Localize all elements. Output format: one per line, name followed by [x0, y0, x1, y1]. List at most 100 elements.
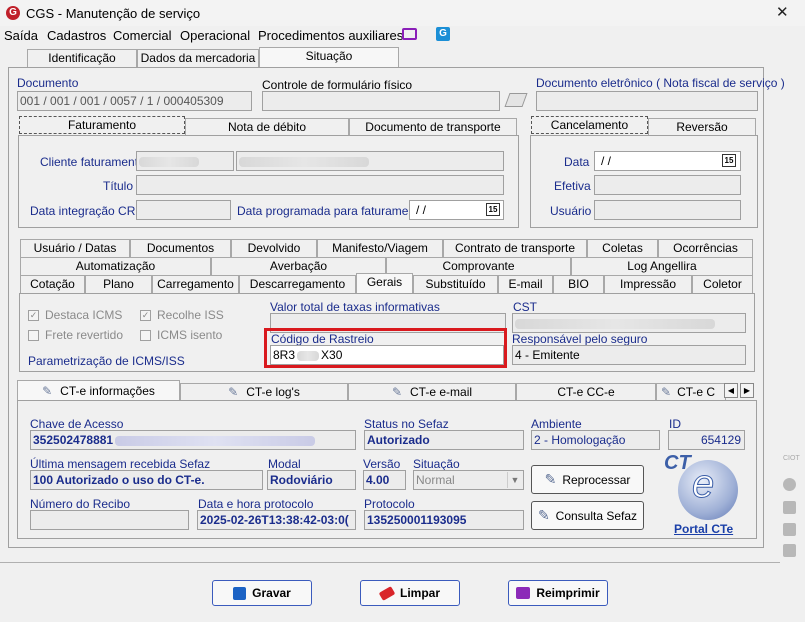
tab-carregamento[interactable]: Carregamento — [152, 275, 239, 293]
protocolo-field[interactable]: 135250001193095 — [364, 510, 524, 530]
data-crc-label: Data integração CRC — [30, 204, 145, 218]
edit-icon[interactable] — [783, 544, 796, 557]
cte-icon: ✎ — [537, 507, 550, 523]
usuario-field[interactable] — [594, 200, 741, 220]
tab-cancelamento[interactable]: Cancelamento — [531, 116, 648, 134]
valor-taxas-label: Valor total de taxas informativas — [270, 300, 440, 314]
calendar-icon[interactable]: 15 — [486, 203, 500, 216]
modal-label: Modal — [268, 457, 301, 471]
reprocessar-button[interactable]: ✎ Reprocessar — [531, 465, 644, 494]
recibo-field[interactable] — [30, 510, 189, 530]
tab-cte-email[interactable]: ✎ CT-e e-mail — [348, 383, 516, 401]
tab-devolvido[interactable]: Devolvido — [231, 239, 317, 257]
gravar-button[interactable]: Gravar — [212, 580, 312, 606]
tab-dados-mercadoria[interactable]: Dados da mercadoria — [137, 49, 259, 67]
tab-bio[interactable]: BIO — [553, 275, 604, 293]
data-crc-field[interactable] — [136, 200, 231, 220]
cte-icon: ✎ — [391, 385, 403, 399]
tab-descarregamento[interactable]: Descarregamento — [239, 275, 356, 293]
tab-automatizacao[interactable]: Automatização — [20, 257, 211, 275]
tab-faturamento[interactable]: Faturamento — [19, 116, 185, 134]
tab-cte-informacoes[interactable]: ✎ CT-e informações — [17, 380, 180, 401]
chave-field[interactable]: 352502478881 — [30, 430, 356, 450]
cst-field[interactable] — [512, 313, 746, 333]
ambiente-field[interactable]: 2 - Homologação — [531, 430, 660, 450]
controle-field[interactable] — [262, 91, 500, 111]
status-field[interactable]: Autorizado — [364, 430, 524, 450]
tab-doc-transporte[interactable]: Documento de transporte — [349, 118, 517, 136]
app-logo-icon: G — [6, 6, 20, 20]
cliente-code-field[interactable] — [136, 151, 234, 171]
icms-isento-checkbox[interactable] — [140, 330, 151, 341]
tab-situacao[interactable]: Situação — [259, 47, 399, 68]
tab-comprovante[interactable]: Comprovante — [386, 257, 571, 275]
menu-operacional[interactable]: Operacional — [180, 28, 250, 43]
efetiva-field[interactable] — [594, 175, 741, 195]
cte-icon: ✎ — [42, 384, 53, 398]
tab-substituido[interactable]: Substituído — [413, 275, 498, 293]
scroll-left-icon[interactable]: ◀ — [724, 383, 738, 398]
tab-cte-cce[interactable]: CT-e CC-e — [516, 383, 656, 401]
destaca-icms-checkbox[interactable]: ✓ — [28, 310, 39, 321]
tab-usuario-datas[interactable]: Usuário / Datas — [20, 239, 130, 257]
ultima-msg-field[interactable]: 100 Autorizado o uso do CT-e. — [30, 470, 263, 490]
tab-log-angellira[interactable]: Log Angellira — [571, 257, 753, 275]
datahora-field[interactable]: 2025-02-26T13:38:42-03:0( — [197, 510, 356, 530]
recolhe-iss-checkbox[interactable]: ✓ — [140, 310, 151, 321]
tab-coletor[interactable]: Coletor — [692, 275, 753, 293]
tab-documentos[interactable]: Documentos — [130, 239, 231, 257]
menu-saida[interactable]: Saída — [4, 28, 38, 43]
calendar-icon[interactable]: 15 — [722, 154, 736, 167]
menu-procedimentos[interactable]: Procedimentos auxiliares — [258, 28, 403, 43]
tab-reversao[interactable]: Reversão — [648, 118, 756, 136]
reimprimir-button[interactable]: Reimprimir — [508, 580, 608, 606]
cte-icon: ✎ — [228, 385, 239, 399]
tab-cotacao[interactable]: Cotação — [20, 275, 85, 293]
resp-seguro-field[interactable]: 4 - Emitente — [512, 345, 746, 365]
tab-email[interactable]: E-mail — [498, 275, 553, 293]
tab-nota-debito[interactable]: Nota de débito — [185, 118, 349, 136]
tab-impressao[interactable]: Impressão — [604, 275, 692, 293]
tab-contrato-transporte[interactable]: Contrato de transporte — [443, 239, 587, 257]
consulta-sefaz-button[interactable]: ✎ Consulta Sefaz — [531, 501, 644, 530]
titulo-label: Título — [103, 179, 134, 193]
cliente-name-field[interactable] — [236, 151, 504, 171]
cte-logo-text: CT — [664, 452, 691, 474]
efetiva-label: Efetiva — [554, 179, 591, 193]
datahora-label: Data e hora protocolo — [198, 497, 314, 511]
limpar-button[interactable]: Limpar — [360, 580, 460, 606]
g-app-icon[interactable]: G — [436, 27, 450, 41]
scroll-right-icon[interactable]: ▶ — [740, 383, 754, 398]
portal-cte-link[interactable]: Portal CTe — [674, 522, 733, 536]
truck-icon[interactable] — [783, 523, 796, 536]
ciot-icon[interactable]: CIOT — [783, 455, 800, 463]
id-field[interactable]: 654129 — [668, 430, 745, 450]
tab-cte-logs[interactable]: ✎ CT-e log's — [180, 383, 348, 401]
tab-ocorrencias[interactable]: Ocorrências — [658, 239, 753, 257]
tab-identificacao[interactable]: Identificação — [27, 49, 137, 67]
tab-coletas[interactable]: Coletas — [587, 239, 658, 257]
separator — [0, 562, 780, 563]
cancel-data-field[interactable]: / / — [594, 151, 741, 171]
close-icon[interactable]: ✕ — [776, 3, 789, 21]
destaca-icms-label: Destaca ICMS — [45, 308, 123, 322]
chevron-down-icon[interactable]: ▼ — [507, 472, 522, 488]
monitor-icon[interactable] — [402, 28, 417, 40]
frete-revertido-checkbox[interactable] — [28, 330, 39, 341]
modal-field[interactable]: Rodoviário — [267, 470, 356, 490]
menu-cadastros[interactable]: Cadastros — [47, 28, 106, 43]
circle-icon[interactable] — [783, 478, 796, 491]
situacao-label: Situação — [413, 457, 460, 471]
menu-comercial[interactable]: Comercial — [113, 28, 172, 43]
tab-cte-c[interactable]: ✎ CT-e C — [656, 383, 726, 401]
doc-icon[interactable] — [783, 501, 796, 514]
data-prog-label: Data programada para faturamento — [237, 204, 426, 218]
tab-manifesto-viagem[interactable]: Manifesto/Viagem — [317, 239, 443, 257]
tab-plano[interactable]: Plano — [85, 275, 152, 293]
tab-gerais[interactable]: Gerais — [356, 273, 413, 294]
ultima-msg-label: Última mensagem recebida Sefaz — [30, 457, 211, 471]
doc-eletronico-field[interactable] — [536, 91, 758, 111]
documento-field[interactable]: 001 / 001 / 001 / 0057 / 1 / 000405309 — [17, 91, 252, 111]
titulo-field[interactable] — [136, 175, 504, 195]
versao-field[interactable]: 4.00 — [363, 470, 406, 490]
